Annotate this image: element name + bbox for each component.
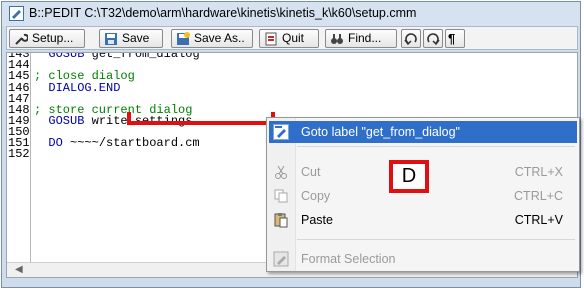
goto-label-icon xyxy=(273,124,289,140)
code-keyword: GOSUB xyxy=(34,113,85,128)
code-text: get_from_dialog xyxy=(84,52,200,62)
line-number: 152 xyxy=(8,147,30,162)
toolbar: Setup... Save Save As.. Quit Find... ¶ xyxy=(6,26,578,50)
paste-icon xyxy=(274,213,288,228)
save-icon xyxy=(105,32,117,45)
menu-item-format-selection[interactable]: Format Selection xyxy=(269,248,577,270)
paste-label: Paste xyxy=(301,213,333,227)
edit-window-icon xyxy=(9,6,24,21)
pilcrow-icon: ¶ xyxy=(448,31,456,46)
quit-icon xyxy=(265,32,277,45)
format-selection-label: Format Selection xyxy=(301,252,396,266)
save-as-label: Save As.. xyxy=(194,31,245,45)
wrench-icon xyxy=(15,33,28,45)
menu-separator xyxy=(297,239,575,240)
annotation-underline xyxy=(127,112,275,125)
save-label: Save xyxy=(122,31,150,45)
pilcrow-button[interactable]: ¶ xyxy=(445,29,465,48)
setup-label: Setup... xyxy=(32,31,74,45)
goto-label-text: Goto label "get_from_dialog" xyxy=(301,125,460,139)
copy-icon xyxy=(274,189,288,203)
format-icon xyxy=(273,251,289,267)
window-title: B::PEDIT C:\T32\demo\arm\hardware\kineti… xyxy=(29,6,417,20)
menu-item-goto-label[interactable]: Goto label "get_from_dialog" xyxy=(269,121,577,143)
redo-icon xyxy=(427,32,440,45)
binoculars-icon xyxy=(331,33,343,44)
find-button[interactable]: Find... xyxy=(325,29,397,48)
context-menu: Goto label "get_from_dialog" Cut CTRL+X … xyxy=(266,117,580,272)
code-keyword: DIALOG.END xyxy=(34,80,121,95)
code-line: GOSUB get_from_dialog xyxy=(34,52,200,62)
find-label: Find... xyxy=(348,31,382,45)
title-bar: B::PEDIT C:\T32\demo\arm\hardware\kineti… xyxy=(2,2,580,26)
scroll-left-icon[interactable]: ◀ xyxy=(15,264,23,275)
status-bar xyxy=(6,279,578,287)
copy-label: Copy xyxy=(301,189,331,203)
code-text: ~~~~/startboard.cm xyxy=(62,136,200,150)
undo-icon xyxy=(404,32,417,45)
menu-item-paste[interactable]: Paste CTRL+V xyxy=(269,209,577,231)
quit-label: Quit xyxy=(282,31,305,45)
code-keyword: DO xyxy=(34,136,63,150)
save-as-button[interactable]: Save As.. xyxy=(171,29,253,48)
undo-button[interactable] xyxy=(401,29,421,48)
save-button[interactable]: Save xyxy=(99,29,163,48)
menu-separator xyxy=(297,146,575,147)
annotation-badge: D xyxy=(389,160,429,193)
setup-button[interactable]: Setup... xyxy=(9,29,85,48)
cut-shortcut: CTRL+X xyxy=(514,165,563,179)
cut-label: Cut xyxy=(301,165,321,179)
code-keyword: GOSUB xyxy=(34,52,85,62)
code-line: DO ~~~~/startboard.cm xyxy=(34,136,200,150)
code-line: DIALOG.END xyxy=(34,80,121,95)
save-as-icon xyxy=(177,31,190,45)
copy-shortcut: CTRL+C xyxy=(514,189,563,203)
redo-button[interactable] xyxy=(423,29,443,48)
scissors-icon xyxy=(275,165,287,179)
paste-shortcut: CTRL+V xyxy=(514,213,563,227)
quit-button[interactable]: Quit xyxy=(259,29,319,48)
